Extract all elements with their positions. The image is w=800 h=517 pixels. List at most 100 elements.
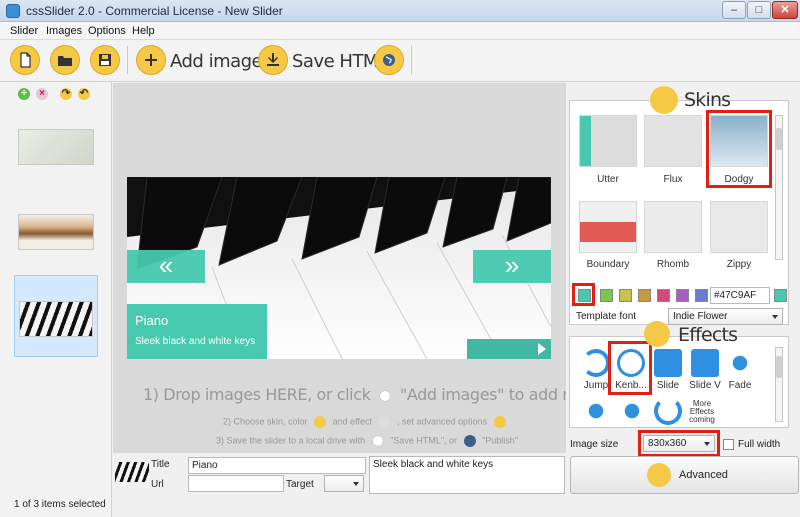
advanced-button[interactable]: Advanced [570,456,799,494]
new-slider-button[interactable] [10,45,40,75]
new-file-icon [20,52,31,68]
caption-title: Piano [135,313,169,328]
target-select[interactable] [324,475,364,492]
skin-rhomb-thumb[interactable] [644,201,702,253]
selected-slide[interactable] [14,275,98,357]
advanced-label: Advanced [679,469,728,481]
toolbar-separator-2 [411,46,412,74]
chevron-down-icon [772,315,778,319]
drop-hint-line-3: 3) Save the slider to a local drive with… [216,435,518,447]
hint2-text-b: and effect [332,416,372,427]
slide-v-effect-icon[interactable] [691,349,719,377]
skins-icon [650,86,678,114]
plus-icon [379,389,392,402]
brightness-effect-icon[interactable] [582,397,610,425]
close-button[interactable]: ✕ [772,1,798,19]
save-html-icon-button[interactable] [258,45,288,75]
add-images-button[interactable]: Add images [170,51,272,72]
skins-scrollbar[interactable] [775,115,783,260]
color-swatch-6[interactable] [676,289,689,302]
maximize-button[interactable]: □ [747,1,771,19]
caption-subtitle: Sleek black and white keys [135,336,256,347]
skin-boundary-thumb[interactable] [579,201,637,253]
color-swatch-3[interactable] [619,289,632,302]
title-input[interactable]: Piano [188,457,366,474]
slide-controls-bar [467,339,551,359]
scroll-thumb[interactable] [776,128,782,150]
image-size-highlight [638,430,720,457]
status-text: 1 of 3 items selected [14,499,106,510]
target-label: Target [286,479,314,490]
color-hex-input[interactable]: #47C9AF [710,287,770,304]
menu-options[interactable]: Options [88,25,126,37]
image-size-label: Image size [570,439,619,450]
menu-images[interactable]: Images [46,25,82,37]
current-color-preview[interactable] [774,289,787,302]
globe-icon [463,435,476,447]
minimize-button[interactable]: – [722,1,746,19]
toolbar-separator [127,46,128,74]
gear-icon [647,463,671,487]
template-font-value: Indie Flower [673,311,728,322]
skin-utter-label: Utter [597,174,619,185]
slide-effect-icon[interactable] [654,349,682,377]
slides-panel: + × ↷ ↶ [0,82,112,517]
publish-button[interactable] [374,45,404,75]
remove-slide-icon[interactable]: × [36,88,48,100]
effects-icon [378,416,391,428]
add-images-icon-button[interactable] [136,45,166,75]
color-swatch-2[interactable] [600,289,613,302]
folder-icon [58,56,72,66]
play-icon[interactable] [538,343,546,355]
color-swatch-7[interactable] [695,289,708,302]
slide-thumbnail-2[interactable] [18,214,94,250]
hint3-text-a: 3) Save the slider to a local drive with [216,435,366,446]
selected-skin-highlight [706,110,772,188]
redo-icon[interactable]: ↷ [60,88,72,100]
add-slide-icon[interactable]: + [18,88,30,100]
open-button[interactable] [50,45,80,75]
undo-icon[interactable]: ↶ [78,88,90,100]
slider-preview-area[interactable]: « » Piano Sleek black and white keys 1) … [113,83,650,453]
skin-boundary-label: Boundary [586,259,630,270]
save-button[interactable] [90,45,120,75]
effects-title: Effects [678,324,738,346]
full-width-checkbox[interactable] [723,439,734,450]
template-font-select[interactable]: Indie Flower [668,308,783,325]
menu-slider[interactable]: Slider [10,25,38,37]
slide-properties: Title Piano Url Target Sleek black and w… [113,453,566,517]
title-bar: cssSlider 2.0 - Commercial License - New… [0,0,800,22]
app-icon [6,4,20,18]
hint2-text-a: 2) Choose skin, color [223,416,308,427]
prev-arrow[interactable]: « [127,250,205,283]
color-swatch-4[interactable] [638,289,651,302]
effect-slide-label: Slide [656,380,680,391]
selected-color-highlight [572,283,595,306]
description-textarea[interactable]: Sleek black and white keys [369,456,565,494]
slide-thumbnail-3[interactable] [19,301,93,337]
download-icon [267,53,279,66]
fade-effect-icon[interactable] [726,349,754,377]
slide-thumbnail-1[interactable] [18,129,94,165]
window-title: cssSlider 2.0 - Commercial License - New… [26,4,283,18]
download-icon [371,435,384,447]
scroll-thumb[interactable] [776,356,782,378]
title-label: Title [151,459,170,470]
next-arrow[interactable]: » [473,250,551,283]
slide-preview-thumb [115,462,149,482]
hint3-text-c: "Publish" [482,435,518,446]
color-swatch-5[interactable] [657,289,670,302]
menu-help[interactable]: Help [132,25,155,37]
effects-scrollbar[interactable] [775,347,783,422]
skins-icon [314,416,327,428]
contrast-effect-icon[interactable] [618,397,646,425]
drop-hint-text-a: 1) Drop images HERE, or click [143,385,371,404]
globe-icon [383,54,395,66]
jump-effect-icon[interactable] [582,349,610,377]
skin-utter-thumb[interactable] [579,115,637,167]
chevron-down-icon [353,482,359,486]
url-input[interactable] [188,475,284,492]
skin-zippy-thumb[interactable] [710,201,768,253]
rotate-effect-icon[interactable] [654,397,682,425]
skin-flux-thumb[interactable] [644,115,702,167]
